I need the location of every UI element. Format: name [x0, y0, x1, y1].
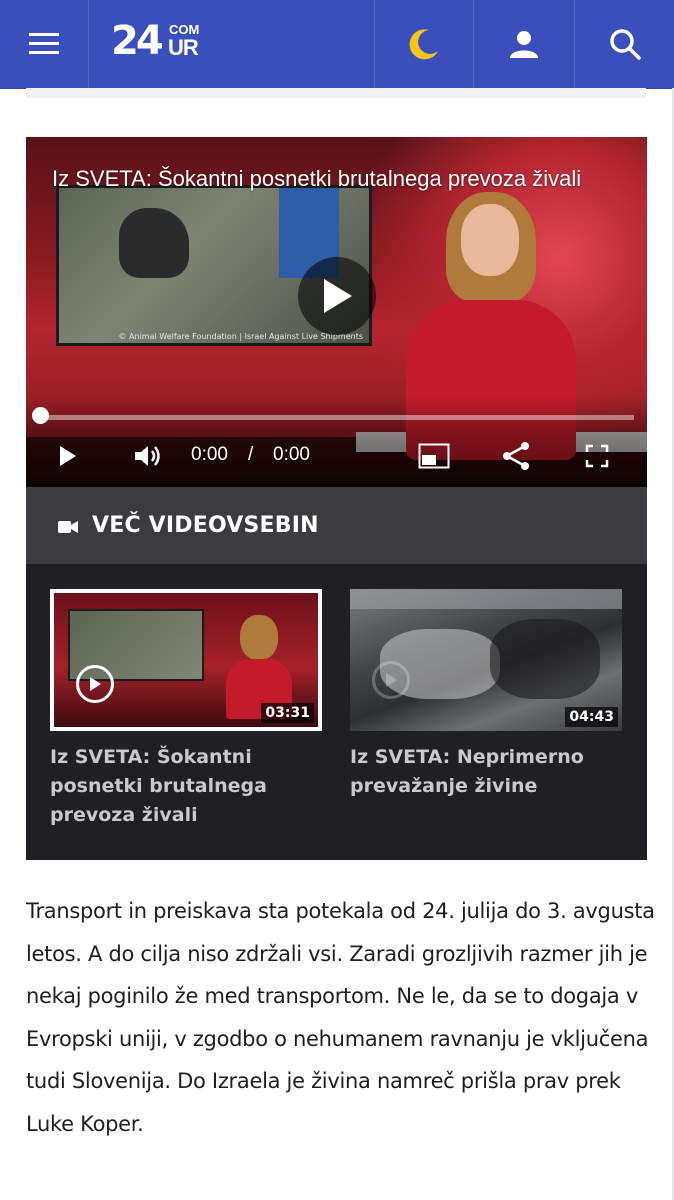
video-card[interactable]: 04:43 Iz SVETA: Neprimerno prevažanje ži…	[350, 589, 622, 801]
thumbnail-anchor-hair	[240, 615, 278, 660]
ad-placeholder-bar	[26, 88, 646, 98]
search-button[interactable]	[575, 0, 674, 88]
dark-mode-toggle[interactable]	[375, 0, 473, 88]
share-icon	[503, 442, 529, 470]
anchor-face	[461, 204, 519, 276]
user-account-button[interactable]	[474, 0, 574, 88]
fullscreen-icon	[585, 444, 609, 468]
moon-icon	[409, 29, 438, 60]
video-thumbnail[interactable]: 03:31	[50, 589, 322, 731]
thumbnail-play-icon	[372, 661, 410, 699]
video-card-title[interactable]: Iz SVETA: Šokantni posnetki brutalnega p…	[50, 743, 322, 830]
volume-button[interactable]	[132, 441, 164, 471]
thumbnail-ceiling	[350, 589, 622, 609]
site-logo: 24 COM UR	[111, 19, 201, 69]
video-card[interactable]: 03:31 Iz SVETA: Šokantni posnetki brutal…	[50, 589, 322, 830]
play-icon	[324, 279, 352, 313]
logo-number: 24	[111, 18, 164, 64]
video-camera-icon	[58, 519, 78, 533]
duration-time: 0:00	[273, 444, 310, 465]
video-thumbnail[interactable]: 04:43	[350, 589, 622, 731]
thumbnail-cattle	[490, 619, 600, 699]
progress-bar[interactable]	[40, 415, 634, 420]
progress-handle[interactable]	[32, 407, 49, 424]
time-separator: /	[248, 444, 254, 465]
play-icon	[60, 446, 76, 466]
video-duration: 04:43	[565, 707, 618, 727]
menu-button[interactable]	[0, 0, 88, 88]
thumbnail-anchor	[226, 615, 292, 719]
more-videos-panel: VEČ VIDEOVSEBIN 03:31 Iz SVETA: Šokantni…	[26, 487, 647, 860]
more-videos-header: VEČ VIDEOVSEBIN	[26, 487, 647, 564]
fullscreen-button[interactable]	[584, 441, 610, 471]
top-navbar: 24 COM UR	[0, 0, 674, 89]
menu-icon	[29, 33, 59, 54]
cow-figure	[119, 208, 189, 278]
article-paragraph: Transport in preiskava sta potekala od 2…	[26, 899, 655, 1136]
more-videos-title: VEČ VIDEOVSEBIN	[92, 513, 319, 538]
current-time: 0:00	[191, 444, 228, 465]
play-button[interactable]	[56, 441, 80, 471]
player-controls: 0:00 / 0:00	[26, 397, 647, 487]
video-player[interactable]: © Animal Welfare Foundation | Israel Aga…	[26, 137, 647, 487]
video-duration: 03:31	[261, 703, 314, 723]
picture-in-picture-icon	[418, 443, 450, 469]
video-title[interactable]: Iz SVETA: Šokantni posnetki brutalnega p…	[52, 165, 612, 192]
search-icon	[609, 29, 641, 60]
thumbnail-play-icon	[76, 665, 114, 703]
picture-in-picture-button[interactable]	[418, 441, 450, 471]
share-button[interactable]	[500, 439, 532, 473]
logo-ur: UR	[168, 35, 199, 60]
logo-link[interactable]: 24 COM UR	[89, 0, 373, 88]
volume-icon	[135, 446, 160, 466]
video-card-title[interactable]: Iz SVETA: Neprimerno prevažanje živine	[350, 743, 622, 801]
big-play-button[interactable]	[298, 257, 376, 335]
user-icon	[510, 31, 538, 58]
